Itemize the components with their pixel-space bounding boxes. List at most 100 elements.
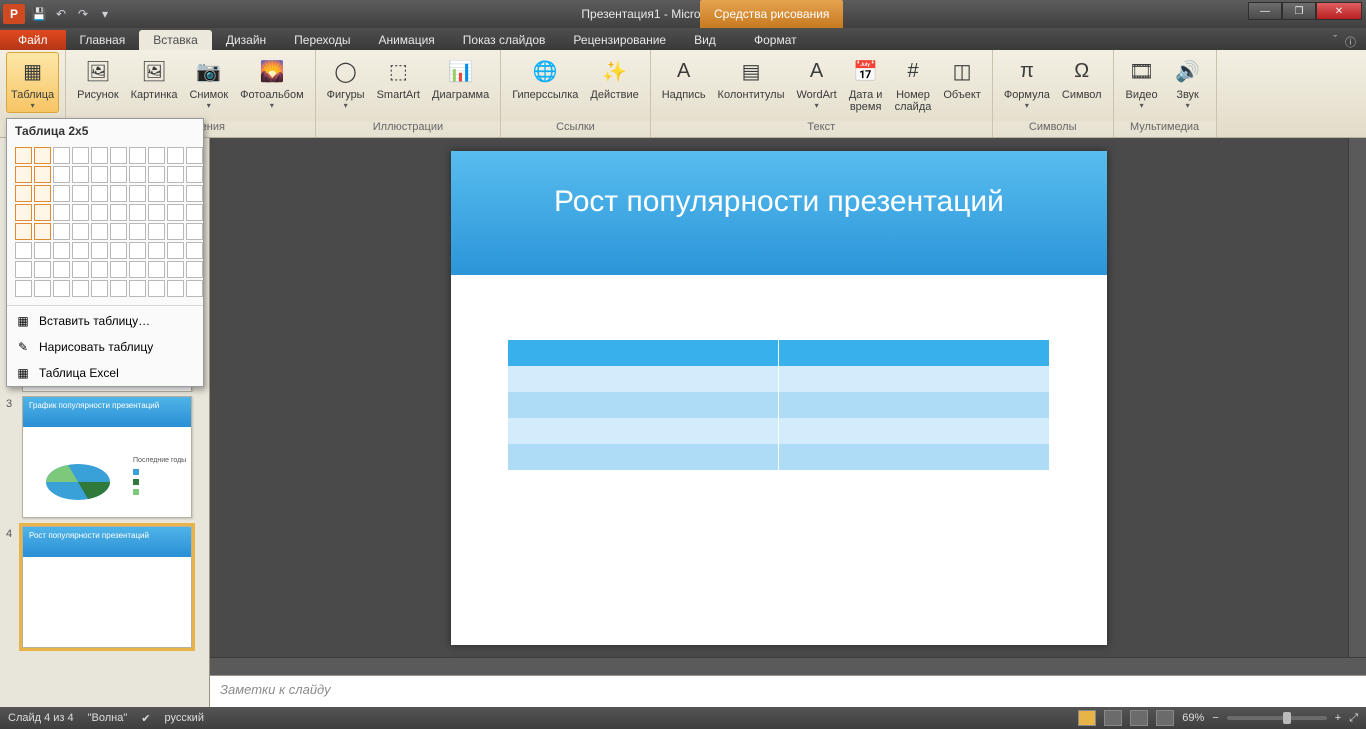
table-grid-cell[interactable] [167,166,184,183]
photoalbum-button[interactable]: 🌄Фотоальбом▾ [235,52,309,113]
table-grid-cell[interactable] [34,204,51,221]
table-grid-cell[interactable] [34,242,51,259]
table-grid-cell[interactable] [53,204,70,221]
tab-анимация[interactable]: Анимация [364,30,448,50]
tab-главная[interactable]: Главная [66,30,140,50]
headerfooter-button[interactable]: ▤Колонтитулы [713,52,790,104]
table-grid-cell[interactable] [167,261,184,278]
table-grid-cell[interactable] [15,261,32,278]
equation-button[interactable]: πФормула▾ [999,52,1055,113]
textbox-button[interactable]: AНадпись [657,52,711,104]
table-grid-cell[interactable] [129,223,146,240]
thumbnail-row[interactable]: 4 Рост популярности презентаций [0,522,209,652]
table-grid-cell[interactable] [34,261,51,278]
table-grid-cell[interactable] [91,261,108,278]
table-grid-cell[interactable] [91,204,108,221]
slide-thumbnail-3[interactable]: График популярности презентаций Последни… [22,396,192,518]
table-grid-cell[interactable] [53,223,70,240]
slide[interactable]: Рост популярности презентаций [451,151,1107,645]
maximize-button[interactable]: ❐ [1282,2,1316,20]
table-grid-cell[interactable] [15,204,32,221]
table-grid-cell[interactable] [72,261,89,278]
tab-рецензирование[interactable]: Рецензирование [559,30,680,50]
table-grid-cell[interactable] [129,147,146,164]
table-row[interactable] [508,418,1050,444]
table-grid-cell[interactable] [72,242,89,259]
slidenum-button[interactable]: #Номер слайда [890,52,937,116]
table-grid-cell[interactable] [148,147,165,164]
zoom-slider[interactable] [1227,716,1327,720]
table-grid-cell[interactable] [72,185,89,202]
qat-undo-icon[interactable]: ↶ [51,4,71,24]
table-dd-insert[interactable]: ▦Вставить таблицу… [7,308,203,334]
minimize-button[interactable]: — [1248,2,1282,20]
table-grid-cell[interactable] [186,261,203,278]
tab-показ слайдов[interactable]: Показ слайдов [449,30,560,50]
table-grid-cell[interactable] [53,185,70,202]
qat-redo-icon[interactable]: ↷ [73,4,93,24]
slide-canvas[interactable]: Рост популярности презентаций [210,138,1348,657]
video-button[interactable]: 🎞Видео▾ [1120,52,1164,113]
view-slideshow-button[interactable] [1156,710,1174,726]
table-grid-cell[interactable] [167,280,184,297]
table-row[interactable] [508,444,1050,470]
object-button[interactable]: ◫Объект [938,52,985,104]
notes-pane[interactable]: Заметки к слайду [210,675,1366,707]
table-grid-cell[interactable] [15,166,32,183]
table-grid-cell[interactable] [53,261,70,278]
shapes-button[interactable]: ◯Фигуры▾ [322,52,370,113]
table-grid-cell[interactable] [148,280,165,297]
action-button[interactable]: ✨Действие [585,52,643,104]
table-button[interactable]: ▦Таблица▾ [6,52,59,113]
table-grid-cell[interactable] [72,166,89,183]
table-grid-cell[interactable] [91,280,108,297]
qat-save-icon[interactable]: 💾 [29,4,49,24]
table-grid-cell[interactable] [167,242,184,259]
table-grid-cell[interactable] [129,242,146,259]
zoom-out-button[interactable]: − [1212,712,1218,724]
table-grid-cell[interactable] [15,280,32,297]
tab-дизайн[interactable]: Дизайн [212,30,280,50]
table-grid-cell[interactable] [34,280,51,297]
table-grid-cell[interactable] [53,166,70,183]
table-dd-excel[interactable]: ▦Таблица Excel [7,360,203,386]
vertical-scrollbar[interactable] [1348,138,1366,657]
horizontal-scrollbar[interactable] [210,657,1366,675]
view-normal-button[interactable] [1078,710,1096,726]
status-language[interactable]: русский [165,712,204,724]
table-grid-cell[interactable] [148,242,165,259]
table-grid-cell[interactable] [148,204,165,221]
table-grid-cell[interactable] [110,242,127,259]
table-grid-cell[interactable] [167,204,184,221]
fit-to-window-button[interactable]: ⤢ [1349,712,1358,725]
tab-file[interactable]: Файл [0,30,66,50]
table-grid-cell[interactable] [91,166,108,183]
table-grid-cell[interactable] [72,204,89,221]
tab-переходы[interactable]: Переходы [280,30,364,50]
tab-вид[interactable]: Вид [680,30,730,50]
help-icon[interactable]: ⓘ [1345,34,1356,50]
table-row[interactable] [508,340,1050,366]
view-reading-button[interactable] [1130,710,1148,726]
inserted-table[interactable] [507,339,1051,471]
table-grid-cell[interactable] [15,223,32,240]
table-grid-cell[interactable] [110,280,127,297]
table-grid-cell[interactable] [148,166,165,183]
audio-button[interactable]: 🔊Звук▾ [1166,52,1210,113]
table-grid-cell[interactable] [186,185,203,202]
table-grid-cell[interactable] [110,223,127,240]
slide-thumbnail-4[interactable]: Рост популярности презентаций [22,526,192,648]
thumbnail-row[interactable]: 3 График популярности презентаций Послед… [0,392,209,522]
ribbon-minimize-icon[interactable]: ˇ [1333,34,1337,50]
spellcheck-icon[interactable]: ✔ [141,712,150,725]
table-grid-cell[interactable] [15,147,32,164]
symbol-button[interactable]: ΩСимвол [1057,52,1107,104]
table-grid-cell[interactable] [186,166,203,183]
table-grid-cell[interactable] [91,185,108,202]
table-grid-cell[interactable] [53,147,70,164]
table-grid-cell[interactable] [72,147,89,164]
table-grid-cell[interactable] [110,261,127,278]
table-grid-cell[interactable] [129,261,146,278]
table-grid-cell[interactable] [129,185,146,202]
zoom-in-button[interactable]: + [1335,712,1341,724]
